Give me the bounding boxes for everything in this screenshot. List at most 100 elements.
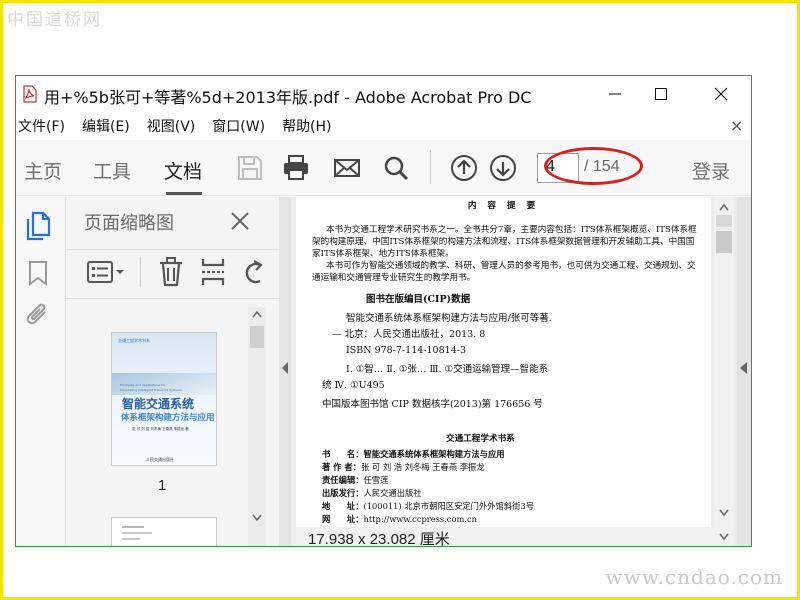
page-thumbnail-1[interactable]: 交通工程学术书系 Principles and Applications for… (111, 332, 217, 466)
panel-tool-separator (140, 257, 141, 287)
info-label: 出版发行： (322, 488, 364, 498)
page-thumbnails-icon[interactable] (25, 211, 51, 241)
tab-document[interactable]: 文档 (164, 157, 202, 184)
info-value: http://www.ccpress.com.cn (363, 514, 477, 524)
print-icon[interactable] (282, 154, 310, 182)
page-thumbnail-2[interactable] (111, 517, 217, 546)
title-bar: 用+%5b张可+等著%5d+2013年版.pdf - Adobe Acrobat… (16, 76, 751, 112)
panel-title: 页面缩略图 (84, 213, 174, 234)
maximize-icon (655, 88, 667, 100)
info-value: (100011) 北京市朝阳区安定门外外馆斜街3号 (363, 501, 535, 511)
thumbnails-panel: 页面缩略图 交通工程学术书系 Principles and Applicatio… (66, 197, 279, 546)
toolbar-separator (430, 150, 431, 184)
document-scrollbar[interactable] (714, 197, 734, 527)
scroll-down-icon[interactable] (718, 533, 730, 541)
menu-bar: 文件(F) 编辑(E) 视图(V) 窗口(W) 帮助(H) (16, 112, 751, 140)
acrobat-window: 用+%5b张可+等著%5d+2013年版.pdf - Adobe Acrobat… (15, 75, 752, 547)
tab-tools[interactable]: 工具 (93, 157, 131, 184)
watermark-top: 中国道桥网 (7, 10, 102, 30)
extract-pages-icon[interactable] (200, 257, 226, 287)
cover-subtitle: 体系框架构建方法与应用 (121, 413, 215, 423)
scroll-down-icon[interactable] (251, 514, 263, 522)
menu-edit[interactable]: 编辑(E) (82, 116, 130, 136)
annotation-highlight-ellipse (544, 147, 643, 185)
info-label: 责任编辑： (322, 475, 364, 485)
doc-heading: 内 容 提 要 (467, 201, 540, 211)
cip-line: ISBN 978-7-114-10814-3 (346, 345, 466, 356)
info-label: 书 名： (322, 449, 364, 459)
doc-paragraph-line: 架的构建原理、中国ITS体系框架的构建方法和流程、ITS体系框架数据管理和开发辅… (312, 237, 695, 247)
thumbnail-text-line (122, 538, 140, 540)
cover-authors: 张 可 刘 浩 刘冬梅 王春燕 李振龙 著 (132, 427, 189, 431)
navigation-rail (16, 197, 66, 546)
scroll-up-icon[interactable] (718, 203, 730, 211)
active-tab-indicator (166, 192, 202, 195)
search-icon[interactable] (382, 154, 410, 182)
info-value: 人民交通出版社 (363, 488, 422, 498)
close-document-button[interactable]: × (730, 116, 743, 135)
login-button[interactable]: 登录 (692, 157, 730, 184)
collapse-left-pane-button[interactable] (279, 197, 291, 546)
cover-english-line1: Principles and Applications for (120, 383, 166, 387)
scroll-down-icon[interactable] (718, 509, 730, 517)
series-heading: 交通工程学术书系 (446, 434, 515, 444)
attachment-icon[interactable] (25, 301, 51, 329)
menu-window[interactable]: 窗口(W) (212, 116, 265, 136)
panel-divider (66, 298, 279, 299)
cip-number: 中国版本图书馆 CIP 数据核字(2013)第 176656 号 (322, 399, 543, 410)
caret-left-icon (740, 362, 747, 374)
page-size-readout: 17.938 x 23.082 厘米 (308, 531, 450, 547)
thumbnail-text-line (122, 532, 152, 534)
menu-file[interactable]: 文件(F) (18, 116, 65, 136)
info-value: 张 可 刘 浩 刘冬梅 王春燕 李振龙 (360, 462, 485, 472)
cip-line: Ⅰ. ①智… Ⅱ. ①张… Ⅲ. ①交通运输管理—智能系 (346, 364, 549, 375)
scroll-up-icon[interactable] (251, 310, 263, 318)
cover-series: 交通工程学术书系 (118, 338, 150, 343)
scrollbar-thumb[interactable] (716, 231, 732, 253)
collapse-right-pane-button[interactable] (737, 197, 751, 546)
doc-paragraph-line: 家ITS体系框架、地方ITS体系框架。 (312, 249, 454, 259)
previous-page-icon[interactable] (450, 154, 478, 182)
bookmark-icon[interactable] (28, 260, 48, 286)
cover-title: 智能交通系统 (122, 397, 195, 411)
menu-help[interactable]: 帮助(H) (282, 116, 331, 136)
cip-line: 统 Ⅳ. ①U495 (322, 380, 385, 391)
info-value: 任雪莲 (363, 475, 389, 485)
tab-home[interactable]: 主页 (24, 157, 62, 184)
pdf-page: 内 容 提 要 本书为交通工程学术研究书系之一。全书共分7章，主要内容包括：IT… (296, 197, 711, 527)
info-value: 智能交通系统体系框架构建方法与应用 (363, 449, 505, 459)
email-icon[interactable] (333, 154, 361, 182)
thumbnail-page-number: 1 (158, 477, 167, 494)
cover-english-line2: Developing Intelligent Transport Systems (120, 388, 182, 392)
info-label: 地 址： (322, 501, 364, 511)
cip-line: — 北京：人民交通出版社，2013. 8 (332, 329, 486, 340)
doc-paragraph-line: 本书为交通工程学术研究书系之一。全书共分7章，主要内容包括：ITS体系框架概览、… (326, 225, 697, 235)
scrollbar-thumb[interactable] (250, 326, 264, 348)
thumbnail-options-icon[interactable] (86, 260, 126, 284)
minimize-icon (609, 93, 621, 95)
caret-left-icon (282, 362, 288, 374)
document-area: 内 容 提 要 本书为交通工程学术研究书系之一。全书共分7章，主要内容包括：IT… (279, 197, 751, 547)
doc-paragraph-line: 通运输和交通管理专业研究生的教学用书。 (312, 273, 476, 283)
doc-paragraph-line: 本书可作为智能交通领域的教学、科研、管理人员的参考用书，也可供为交通工程、交通规… (326, 261, 696, 271)
close-icon (714, 87, 728, 101)
save-icon[interactable] (236, 154, 264, 182)
rotate-page-icon[interactable] (242, 257, 266, 287)
close-window-button[interactable] (692, 76, 750, 112)
scrollbar-track-mark (716, 215, 732, 227)
cip-line: 智能交通系统体系框架构建方法与应用/张可等著. (346, 313, 552, 324)
cip-heading: 图书在版编目(CIP)数据 (366, 294, 471, 305)
main-toolbar: 主页 工具 文档 4 / 154 登录 (16, 140, 751, 196)
delete-page-icon[interactable] (158, 257, 184, 287)
status-bar: 17.938 x 23.082 厘米 (296, 527, 734, 547)
panel-divider (66, 249, 279, 250)
menu-view[interactable]: 视图(V) (147, 116, 196, 136)
close-icon[interactable] (230, 211, 250, 231)
window-title: 用+%5b张可+等著%5d+2013年版.pdf - Adobe Acrobat… (44, 88, 532, 107)
next-page-icon[interactable] (489, 154, 517, 182)
maximize-button[interactable] (632, 76, 690, 112)
info-label: 网 址： (322, 514, 364, 524)
watermark-bottom: www.cndao.com (605, 565, 783, 589)
thumbnail-scrollbar[interactable] (248, 307, 266, 546)
pdf-file-icon (23, 85, 37, 103)
